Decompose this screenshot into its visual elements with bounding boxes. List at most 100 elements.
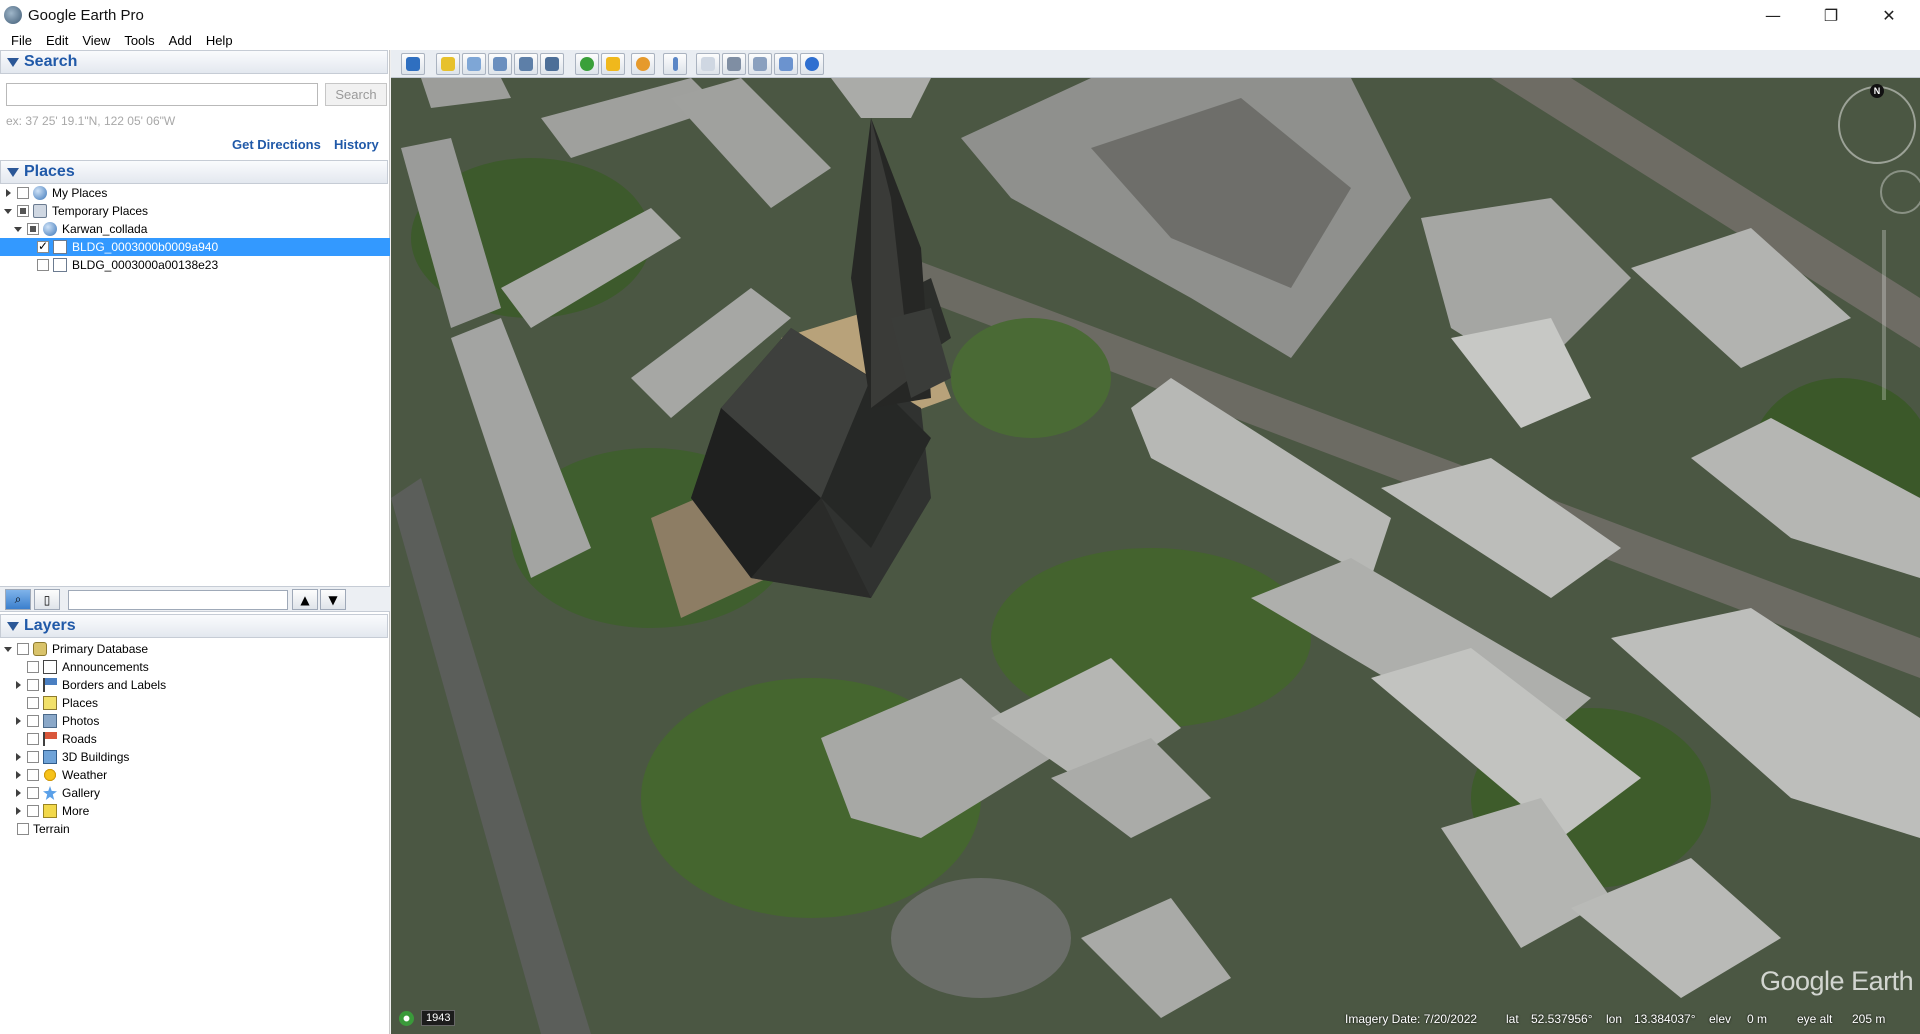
visibility-checkbox[interactable]	[27, 661, 39, 673]
visibility-checkbox[interactable]	[17, 643, 29, 655]
menu-add[interactable]: Add	[162, 33, 199, 48]
visibility-checkbox[interactable]	[17, 187, 29, 199]
visibility-checkbox[interactable]	[27, 679, 39, 691]
map-viewport[interactable]	[391, 78, 1920, 1034]
latitude-value: 52.537956°	[1531, 1012, 1593, 1026]
historical-imagery-clock-icon[interactable]	[399, 1011, 414, 1026]
places-item-my-places[interactable]: My Places	[0, 184, 390, 202]
visibility-checkbox[interactable]	[17, 823, 29, 835]
visibility-checkbox[interactable]	[27, 787, 39, 799]
record-tour-button[interactable]	[540, 53, 564, 75]
layer-places[interactable]: Places	[0, 694, 390, 712]
visibility-checkbox[interactable]	[27, 697, 39, 709]
search-input[interactable]	[6, 83, 318, 106]
sidebar-toggle-button[interactable]	[401, 53, 425, 75]
collapse-arrow-icon[interactable]	[3, 644, 13, 654]
eye-altitude-value: 205 m	[1852, 1012, 1886, 1026]
sunlight-button[interactable]	[601, 53, 625, 75]
visibility-checkbox[interactable]	[27, 733, 39, 745]
places-section-header[interactable]: Places	[0, 160, 388, 184]
layer-more[interactable]: More	[0, 802, 390, 820]
get-directions-link[interactable]: Get Directions	[232, 137, 321, 152]
history-link[interactable]: History	[334, 137, 379, 152]
north-indicator[interactable]: N	[1870, 84, 1884, 98]
menu-tools[interactable]: Tools	[117, 33, 161, 48]
visibility-checkbox[interactable]	[37, 259, 49, 271]
add-image-overlay-button[interactable]	[514, 53, 538, 75]
add-polygon-button[interactable]	[462, 53, 486, 75]
email-button[interactable]	[696, 53, 720, 75]
sidebar-panel: Search Search ex: 37 25' 19.1"N, 122 05'…	[0, 50, 390, 1034]
layer-gallery[interactable]: Gallery	[0, 784, 390, 802]
title-bar: Google Earth Pro — ❐ ✕	[0, 0, 1920, 30]
menu-file[interactable]: File	[4, 33, 39, 48]
search-button[interactable]: Search	[325, 83, 387, 106]
places-item-bldg-selected[interactable]: BLDG_0003000b0009a940	[0, 238, 390, 256]
layer-roads[interactable]: Roads	[0, 730, 390, 748]
mail-icon	[43, 660, 57, 674]
expand-arrow-icon[interactable]	[13, 752, 23, 762]
visibility-checkbox[interactable]	[37, 239, 49, 253]
visibility-checkbox[interactable]	[27, 805, 39, 817]
expand-arrow-icon[interactable]	[13, 806, 23, 816]
move-down-icon[interactable]: ▼	[320, 589, 346, 610]
visibility-checkbox[interactable]	[27, 715, 39, 727]
places-item-label: Karwan_collada	[62, 222, 148, 236]
close-button[interactable]: ✕	[1860, 0, 1918, 30]
road-icon	[43, 732, 57, 746]
look-joystick[interactable]	[1880, 170, 1920, 214]
historical-imagery-button[interactable]	[575, 53, 599, 75]
layer-label: Weather	[62, 768, 108, 782]
layer-3d-buildings[interactable]: 3D Buildings	[0, 748, 390, 766]
places-item-bldg[interactable]: BLDG_0003000a00138e23	[0, 256, 390, 274]
add-path-button[interactable]	[488, 53, 512, 75]
imagery-year-badge[interactable]: 1943	[421, 1010, 456, 1026]
visibility-checkbox[interactable]	[27, 769, 39, 781]
expand-arrow-icon[interactable]	[13, 770, 23, 780]
collapse-arrow-icon[interactable]	[13, 224, 23, 234]
switch-planet-button[interactable]	[631, 53, 655, 75]
layer-weather[interactable]: Weather	[0, 766, 390, 784]
layers-section-header[interactable]: Layers	[0, 614, 388, 638]
expand-arrow-icon[interactable]	[13, 788, 23, 798]
view-in-maps-button[interactable]	[774, 53, 798, 75]
menu-view[interactable]: View	[75, 33, 117, 48]
menu-edit[interactable]: Edit	[39, 33, 75, 48]
gallery-icon	[43, 786, 57, 800]
expand-arrow-icon[interactable]	[3, 188, 13, 198]
places-item-temporary-places[interactable]: Temporary Places	[0, 202, 390, 220]
visibility-checkbox[interactable]	[17, 205, 29, 217]
places-section-title: Places	[24, 163, 75, 180]
collapse-triangle-icon	[7, 57, 19, 67]
expand-arrow-icon[interactable]	[13, 716, 23, 726]
add-placemark-button[interactable]	[436, 53, 460, 75]
layer-borders-and-labels[interactable]: Borders and Labels	[0, 676, 390, 694]
layer-primary-database[interactable]: Primary Database	[0, 640, 390, 658]
move-up-icon[interactable]: ▲	[292, 589, 318, 610]
sidebar-toggle-icon[interactable]: ▯	[34, 589, 60, 610]
save-image-button[interactable]	[748, 53, 772, 75]
ruler-button[interactable]	[663, 53, 687, 75]
layer-photos[interactable]: Photos	[0, 712, 390, 730]
earth-view-button[interactable]	[800, 53, 824, 75]
places-item-karwan-collada[interactable]: Karwan_collada	[0, 220, 390, 238]
visibility-checkbox[interactable]	[27, 223, 39, 235]
menu-help[interactable]: Help	[199, 33, 240, 48]
collapse-triangle-icon	[7, 167, 19, 177]
search-section-header[interactable]: Search	[0, 50, 388, 74]
layer-announcements[interactable]: Announcements	[0, 658, 390, 676]
maximize-button[interactable]: ❐	[1802, 0, 1860, 30]
model-icon	[53, 258, 67, 272]
minimize-button[interactable]: —	[1744, 0, 1802, 30]
places-filter-input[interactable]	[68, 590, 288, 610]
print-button[interactable]	[722, 53, 746, 75]
layer-label: Announcements	[62, 660, 149, 674]
search-places-icon[interactable]: ⌕	[5, 589, 31, 610]
zoom-slider[interactable]	[1882, 230, 1886, 400]
collapse-triangle-icon	[7, 621, 19, 631]
collapse-arrow-icon[interactable]	[3, 206, 13, 216]
google-earth-logo: Google Earth	[1760, 966, 1914, 996]
expand-arrow-icon[interactable]	[13, 680, 23, 690]
layer-terrain[interactable]: Terrain	[0, 820, 390, 838]
visibility-checkbox[interactable]	[27, 751, 39, 763]
